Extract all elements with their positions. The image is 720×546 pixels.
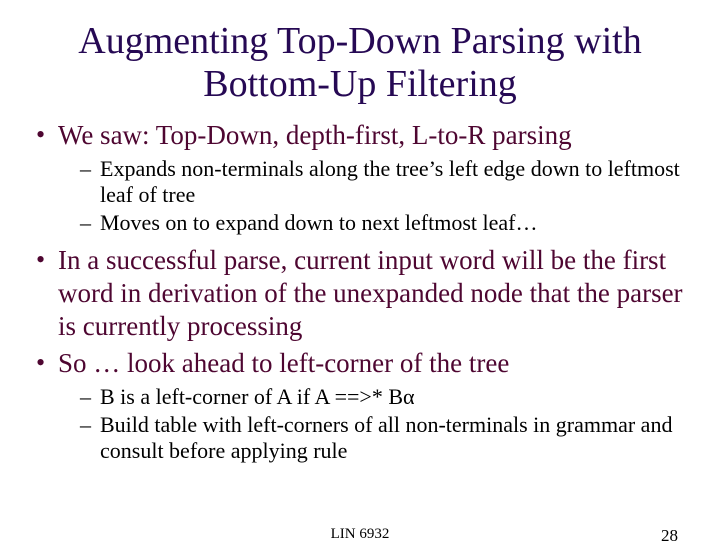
- bullet-1-sublist: Expands non-terminals along the tree’s l…: [80, 156, 690, 236]
- bullet-2: In a successful parse, current input wor…: [36, 244, 690, 343]
- bullet-1b: Moves on to expand down to next leftmost…: [80, 210, 690, 236]
- bullet-3-sublist: B is a left-corner of A if A ==>* Bα Bui…: [80, 384, 690, 464]
- page-number: 28: [661, 526, 678, 546]
- bullet-3: So … look ahead to left-corner of the tr…: [36, 347, 690, 464]
- bullet-3b: Build table with left-corners of all non…: [80, 412, 690, 464]
- slide: Augmenting Top-Down Parsing with Bottom-…: [0, 0, 720, 540]
- bullet-1: We saw: Top-Down, depth-first, L-to-R pa…: [36, 119, 690, 236]
- bullet-3a: B is a left-corner of A if A ==>* Bα: [80, 384, 690, 410]
- bullet-3-text: So … look ahead to left-corner of the tr…: [58, 348, 509, 378]
- course-code: LIN 6932: [0, 526, 720, 543]
- slide-title: Augmenting Top-Down Parsing with Bottom-…: [30, 20, 690, 105]
- bullet-list: We saw: Top-Down, depth-first, L-to-R pa…: [36, 119, 690, 463]
- bullet-1-text: We saw: Top-Down, depth-first, L-to-R pa…: [58, 120, 572, 150]
- bullet-1a: Expands non-terminals along the tree’s l…: [80, 156, 690, 208]
